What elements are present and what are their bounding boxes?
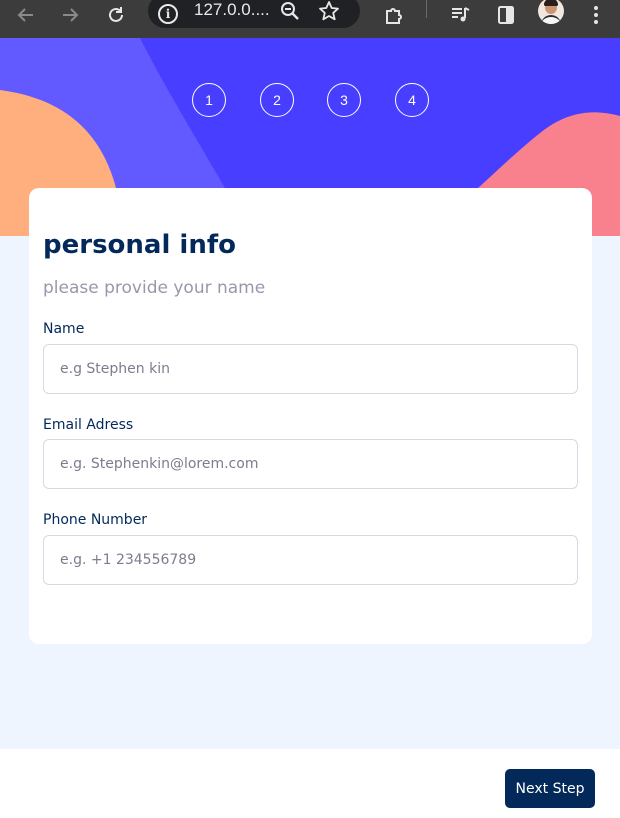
name-label: Name — [43, 321, 85, 337]
reload-icon[interactable] — [102, 0, 130, 30]
profile-avatar[interactable] — [538, 0, 564, 24]
name-input[interactable] — [43, 344, 578, 394]
media-controls-icon[interactable] — [446, 0, 474, 30]
step-3[interactable]: 3 — [327, 83, 361, 117]
phone-input[interactable] — [43, 535, 578, 585]
page-title: personal info — [43, 230, 237, 260]
form-footer: Next Step — [0, 749, 620, 818]
side-panel-icon[interactable] — [492, 0, 520, 30]
back-arrow-icon[interactable] — [12, 0, 40, 30]
site-info-icon[interactable]: i — [158, 4, 178, 24]
zoom-icon[interactable] — [280, 1, 300, 25]
page-subtitle: please provide your name — [43, 278, 266, 298]
step-1[interactable]: 1 — [192, 83, 226, 117]
browser-toolbar: i 127.0.0.... — [0, 0, 620, 38]
extensions-icon[interactable] — [380, 0, 408, 30]
phone-label: Phone Number — [43, 512, 148, 528]
url-text: 127.0.0.... — [194, 0, 270, 19]
kebab-menu-icon[interactable] — [582, 0, 610, 30]
email-label: Email Adress — [43, 417, 134, 433]
email-input[interactable] — [43, 439, 578, 489]
bookmark-star-icon[interactable] — [318, 0, 340, 26]
form-card: personal info please provide your name N… — [29, 188, 592, 644]
forward-arrow-icon[interactable] — [56, 0, 84, 30]
step-4[interactable]: 4 — [395, 83, 429, 117]
toolbar-divider — [426, 0, 427, 18]
address-bar[interactable]: i 127.0.0.... — [148, 0, 360, 28]
step-2[interactable]: 2 — [260, 83, 294, 117]
next-step-button[interactable]: Next Step — [505, 769, 595, 808]
